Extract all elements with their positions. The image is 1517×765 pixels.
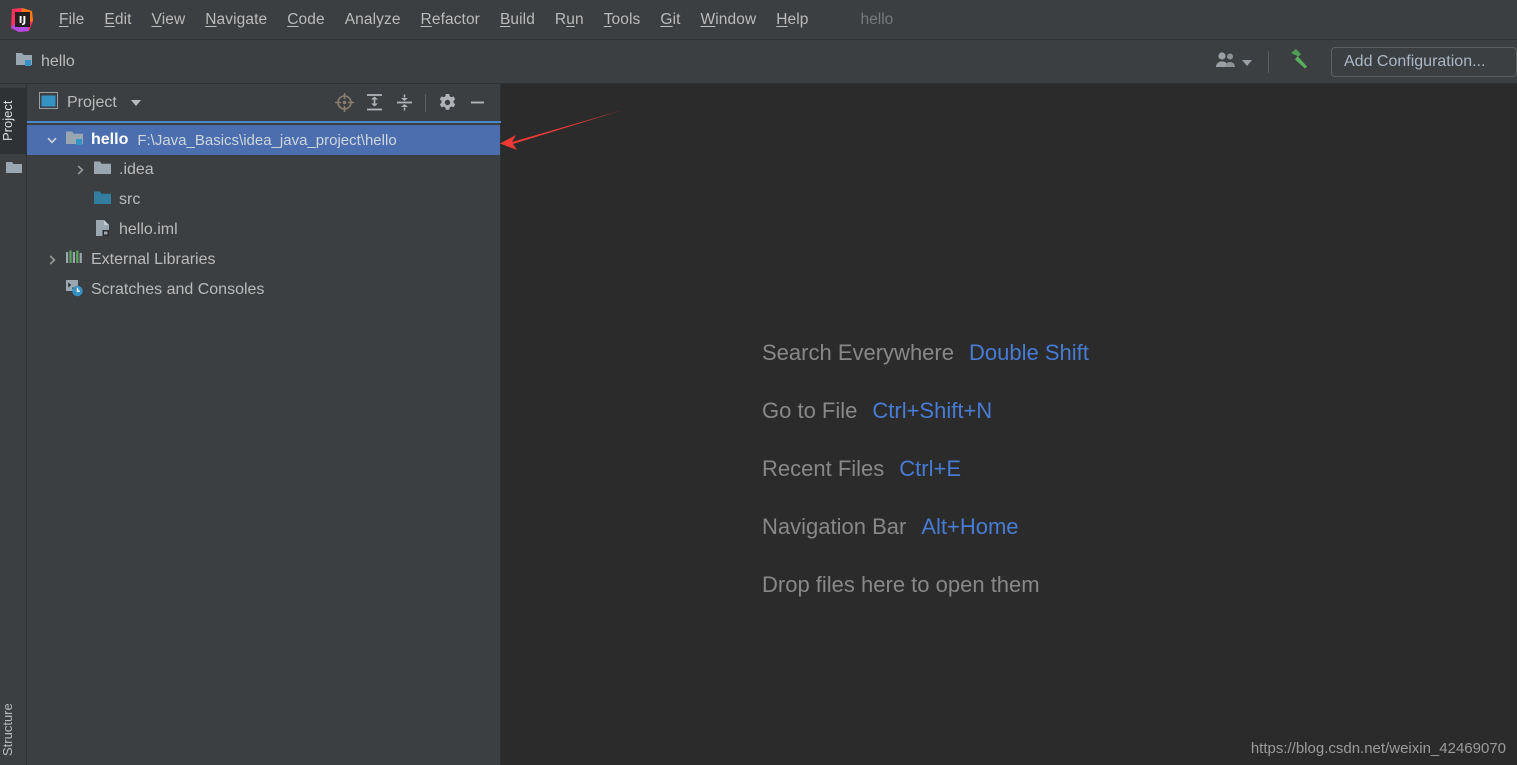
add-configuration-label: Add Configuration... xyxy=(1344,52,1486,70)
source-folder-icon xyxy=(93,190,112,211)
tree-row[interactable]: hello F:\Java_Basics\idea_java_project\he… xyxy=(27,125,500,155)
menu-item-navigate[interactable]: Navigate xyxy=(195,8,277,32)
tree-node-label: .idea xyxy=(119,161,154,178)
menu-item-edit[interactable]: Edit xyxy=(94,8,141,32)
menu-item-analyze[interactable]: Analyze xyxy=(335,8,411,32)
stripe-tab-structure-label: Structure xyxy=(0,703,15,757)
menu-item-code[interactable]: Code xyxy=(277,8,334,32)
chevron-right-icon[interactable] xyxy=(69,164,91,176)
chevron-right-icon[interactable] xyxy=(41,254,63,266)
menu-item-view[interactable]: View xyxy=(142,8,196,32)
editor-hint-row: Drop files here to open them xyxy=(762,572,1089,630)
editor-hint-row: Recent Files Ctrl+E xyxy=(762,456,1089,514)
tree-node-icon xyxy=(91,190,113,211)
tree-row[interactable]: .idea xyxy=(27,155,500,185)
editor-hint-label: Drop files here to open them xyxy=(762,572,1040,597)
editor-hint-shortcut: Ctrl+Shift+N xyxy=(872,398,993,423)
toolbar-separator xyxy=(425,93,426,112)
settings-gear-icon[interactable] xyxy=(432,89,462,117)
hammer-icon xyxy=(1285,46,1311,77)
menu-item-git[interactable]: Git xyxy=(650,8,690,32)
chevron-down-icon xyxy=(1242,53,1252,71)
breadcrumb-label: hello xyxy=(41,52,75,70)
editor-hints: Search Everywhere Double Shift Go to File C… xyxy=(762,340,1089,630)
build-project-button[interactable] xyxy=(1279,42,1317,81)
chevron-down-icon xyxy=(130,99,141,106)
editor-hint-row: Go to File Ctrl+Shift+N xyxy=(762,398,1089,456)
tree-row[interactable]: src xyxy=(27,185,500,215)
intellij-idea-window: IJ File Edit View Navigate Code Analyze … xyxy=(0,0,1517,765)
tree-node-icon xyxy=(63,279,85,302)
collapse-all-icon[interactable] xyxy=(389,89,419,117)
tree-row[interactable]: External Libraries xyxy=(27,245,500,275)
editor-hint-row: Search Everywhere Double Shift xyxy=(762,340,1089,398)
folder-gray-icon xyxy=(93,160,112,181)
project-panel-header: Project xyxy=(27,84,500,122)
watermark-url: https://blog.csdn.net/weixin_42469070 xyxy=(1250,740,1506,757)
editor-hint-label: Search Everywhere xyxy=(762,340,954,365)
breadcrumb[interactable]: hello xyxy=(11,49,79,74)
add-configuration-button[interactable]: Add Configuration... xyxy=(1331,46,1517,77)
menubar-project-name: hello xyxy=(860,10,894,28)
locate-in-tree-icon[interactable] xyxy=(329,89,359,117)
libraries-icon xyxy=(65,249,84,271)
stripe-tab-structure[interactable]: Structure xyxy=(0,693,27,765)
menu-item-build[interactable]: Build xyxy=(490,8,545,32)
tree-node-icon xyxy=(91,160,113,181)
tree-row[interactable]: hello.iml xyxy=(27,215,500,245)
project-window-icon xyxy=(39,91,58,114)
tree-row[interactable]: Scratches and Consoles xyxy=(27,275,500,305)
menu-item-window[interactable]: Window xyxy=(691,8,767,32)
hide-window-icon[interactable] xyxy=(462,89,492,117)
tree-node-icon xyxy=(63,249,85,271)
menu-item-help[interactable]: Help xyxy=(766,8,818,32)
people-icon xyxy=(1214,50,1238,73)
chevron-down-icon[interactable] xyxy=(41,134,63,146)
editor-hint-shortcut: Alt+Home xyxy=(921,514,1019,539)
menu-item-refactor[interactable]: Refactor xyxy=(411,8,490,32)
tree-node-icon xyxy=(63,130,85,151)
editor-hint-label: Navigation Bar xyxy=(762,514,907,539)
editor-hint-row: Navigation Bar Alt+Home xyxy=(762,514,1089,572)
navbar-separator xyxy=(1268,50,1269,73)
tree-node-label: src xyxy=(119,191,141,208)
project-panel-toolbar xyxy=(329,89,500,117)
intellij-idea-logo-icon: IJ xyxy=(9,7,35,33)
tree-node-label: Scratches and Consoles xyxy=(91,281,265,298)
stripe-favorites-button[interactable] xyxy=(5,160,23,180)
editor-hint-label: Recent Files xyxy=(762,456,885,481)
menu-item-file[interactable]: File xyxy=(49,8,94,32)
scratches-icon xyxy=(65,279,84,302)
tree-node-path: F:\Java_Basics\idea_java_project\hello xyxy=(137,131,397,149)
svg-text:IJ: IJ xyxy=(19,15,26,26)
editor-empty-area: Search Everywhere Double Shift Go to File C… xyxy=(501,84,1517,765)
menu-item-tools[interactable]: Tools xyxy=(594,8,651,32)
editor-hint-label: Go to File xyxy=(762,398,858,423)
stripe-tab-project[interactable]: Project xyxy=(0,88,27,154)
project-panel-title: Project xyxy=(67,93,117,111)
navbar-right-group: Add Configuration... xyxy=(1208,40,1517,83)
tree-node-icon xyxy=(91,219,113,242)
project-folder-icon xyxy=(15,51,33,72)
menu-bar: IJ File Edit View Navigate Code Analyze … xyxy=(0,0,1517,40)
share-users-button[interactable] xyxy=(1208,46,1258,77)
tree-node-label: hello xyxy=(91,131,129,148)
expand-all-icon[interactable] xyxy=(359,89,389,117)
folder-icon xyxy=(5,162,23,179)
project-tool-window: Project hello F:\Java_Basics\idea_java_p… xyxy=(27,84,501,765)
left-tool-window-stripe: Project Structure xyxy=(0,84,27,765)
editor-hint-shortcut: Ctrl+E xyxy=(899,456,962,481)
project-panel-title-group[interactable]: Project xyxy=(39,91,141,114)
stripe-tab-project-label: Project xyxy=(0,100,15,142)
navigation-bar: hello Add Configuration... xyxy=(0,40,1517,84)
module-file-icon xyxy=(94,219,111,242)
project-root-icon xyxy=(65,130,84,151)
tree-node-label: hello.iml xyxy=(119,221,178,238)
menu-item-run[interactable]: Run xyxy=(545,8,594,32)
tree-node-label: External Libraries xyxy=(91,251,216,268)
project-tree: hello F:\Java_Basics\idea_java_project\he… xyxy=(27,122,500,305)
editor-hint-shortcut: Double Shift xyxy=(968,340,1089,365)
